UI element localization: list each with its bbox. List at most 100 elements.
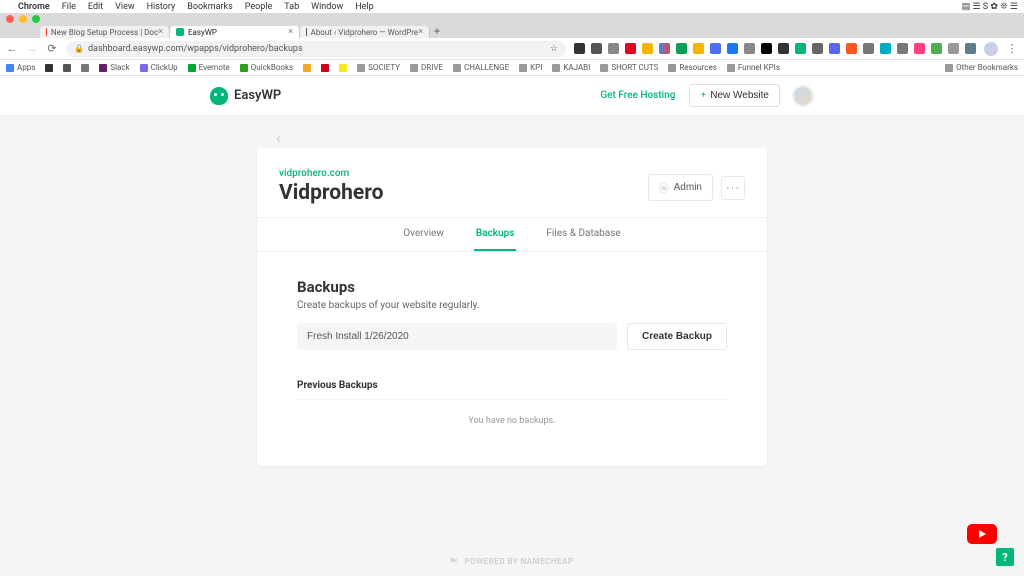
menubar-app[interactable]: Chrome xyxy=(18,2,50,12)
close-icon[interactable]: × xyxy=(418,27,423,37)
close-icon[interactable]: × xyxy=(288,27,293,37)
favicon-icon xyxy=(176,28,184,36)
ext-icon[interactable] xyxy=(897,43,908,54)
section-title: Backups xyxy=(297,278,727,296)
octopus-icon xyxy=(210,87,228,105)
star-icon[interactable]: ☆ xyxy=(550,44,558,54)
bookmark-folder[interactable]: KPI xyxy=(519,63,542,72)
bookmark-folder[interactable]: SOCIETY xyxy=(357,63,400,72)
menubar-status-icons[interactable]: ▤ ☰ S ✿ ❊ ☰ xyxy=(962,2,1018,12)
menu-window[interactable]: Window xyxy=(311,2,343,12)
back-button[interactable]: ← xyxy=(6,43,18,55)
ext-icon[interactable] xyxy=(829,43,840,54)
more-options-button[interactable]: ··· xyxy=(721,176,745,200)
bookmark-item[interactable] xyxy=(303,64,311,72)
tab-files-database[interactable]: Files & Database xyxy=(544,218,622,251)
ext-icon[interactable] xyxy=(676,43,687,54)
bookmark-other[interactable]: Other Bookmarks xyxy=(945,63,1018,72)
ext-icon[interactable] xyxy=(693,43,704,54)
ext-icon[interactable] xyxy=(812,43,823,54)
menu-edit[interactable]: Edit xyxy=(88,2,103,12)
bookmark-folder[interactable]: SHORT CUTS xyxy=(600,63,658,72)
tab-backups[interactable]: Backups xyxy=(474,218,517,251)
ext-icon[interactable] xyxy=(965,43,976,54)
tab-title: About ‹ Vidprohero — WordPre xyxy=(311,28,419,37)
bookmark-item[interactable] xyxy=(45,64,53,72)
url-input[interactable]: 🔒 dashboard.easywp.com/wpapps/vidprohero… xyxy=(66,41,566,57)
ext-icon[interactable] xyxy=(625,43,636,54)
bookmark-apps[interactable]: Apps xyxy=(6,63,35,72)
browser-tab[interactable]: New Blog Setup Process | Doc × xyxy=(40,26,170,38)
forward-button[interactable]: → xyxy=(26,43,38,55)
ext-icon[interactable] xyxy=(761,43,772,54)
bookmark-item[interactable] xyxy=(81,64,89,72)
traffic-min-icon[interactable] xyxy=(19,15,27,23)
app-header: EasyWP Get Free Hosting + New Website xyxy=(0,76,1024,116)
wordpress-icon: ⓦ xyxy=(659,180,669,195)
backup-name-input[interactable] xyxy=(297,323,617,350)
help-button[interactable]: ? xyxy=(996,548,1014,566)
menu-history[interactable]: History xyxy=(147,2,176,12)
ext-icon[interactable] xyxy=(608,43,619,54)
menu-bookmarks[interactable]: Bookmarks xyxy=(187,2,232,12)
ext-icon[interactable] xyxy=(591,43,602,54)
ext-icon[interactable] xyxy=(914,43,925,54)
bookmark-folder[interactable]: Resources xyxy=(668,63,716,72)
bookmark-clickup[interactable]: ClickUp xyxy=(140,63,178,72)
ext-icon[interactable] xyxy=(880,43,891,54)
site-domain[interactable]: vidprohero.com xyxy=(279,168,383,179)
footer-text: POWERED BY NAMECHEAP xyxy=(465,557,574,566)
bookmark-quickbooks[interactable]: QuickBooks xyxy=(240,63,293,72)
youtube-icon[interactable] xyxy=(967,524,997,544)
ext-icon[interactable] xyxy=(948,43,959,54)
traffic-close-icon[interactable] xyxy=(6,15,14,23)
bookmark-slack[interactable]: Slack xyxy=(99,63,129,72)
ext-icon[interactable] xyxy=(846,43,857,54)
browser-tab-active[interactable]: EasyWP × xyxy=(170,26,300,38)
tab-overview[interactable]: Overview xyxy=(401,218,446,251)
user-avatar[interactable] xyxy=(792,85,814,107)
menu-file[interactable]: File xyxy=(62,2,76,12)
new-tab-button[interactable]: + xyxy=(430,25,444,38)
ext-icon[interactable] xyxy=(642,43,653,54)
back-chevron-icon[interactable]: ‹ xyxy=(276,128,281,147)
ext-icon[interactable] xyxy=(710,43,721,54)
menu-view[interactable]: View xyxy=(115,2,134,12)
bookmark-evernote[interactable]: Evernote xyxy=(188,63,230,72)
bookmark-item[interactable] xyxy=(321,64,329,72)
card-body: Backups Create backups of your website r… xyxy=(257,252,767,466)
bookmark-folder[interactable]: KAJABI xyxy=(552,63,590,72)
close-icon[interactable]: × xyxy=(158,27,163,37)
lock-icon: 🔒 xyxy=(74,44,84,53)
reload-button[interactable]: ⟳ xyxy=(46,43,58,55)
menu-people[interactable]: People xyxy=(245,2,273,12)
traffic-max-icon[interactable] xyxy=(32,15,40,23)
new-website-button[interactable]: + New Website xyxy=(689,84,780,107)
profile-avatar[interactable] xyxy=(984,42,998,56)
bookmark-folder[interactable]: CHALLENGE xyxy=(453,63,509,72)
browser-tab[interactable]: About ‹ Vidprohero — WordPre × xyxy=(300,26,430,38)
new-website-label: New Website xyxy=(710,90,769,101)
create-backup-button[interactable]: Create Backup xyxy=(627,323,727,350)
ext-icon[interactable] xyxy=(863,43,874,54)
ext-icon[interactable] xyxy=(795,43,806,54)
bookmark-folder[interactable]: DRIVE xyxy=(410,63,443,72)
easywp-logo[interactable]: EasyWP xyxy=(210,87,281,105)
ext-icon[interactable] xyxy=(744,43,755,54)
site-title: Vidprohero xyxy=(279,181,383,205)
bookmark-folder[interactable]: Funnel KPIs xyxy=(727,63,780,72)
ext-icon[interactable] xyxy=(659,43,670,54)
get-hosting-link[interactable]: Get Free Hosting xyxy=(600,90,675,101)
menu-tab[interactable]: Tab xyxy=(284,2,299,12)
bookmark-item[interactable] xyxy=(63,64,71,72)
ext-icon[interactable] xyxy=(727,43,738,54)
card-tabs: Overview Backups Files & Database xyxy=(257,217,767,252)
ext-icon[interactable] xyxy=(778,43,789,54)
ext-icon[interactable] xyxy=(574,43,585,54)
bookmark-item[interactable] xyxy=(339,64,347,72)
admin-button[interactable]: ⓦ Admin xyxy=(648,174,713,201)
ext-icon[interactable] xyxy=(931,43,942,54)
no-backups-message: You have no backups. xyxy=(297,416,727,426)
chrome-menu-icon[interactable]: ⋮ xyxy=(1006,43,1018,55)
menu-help[interactable]: Help xyxy=(355,2,373,12)
